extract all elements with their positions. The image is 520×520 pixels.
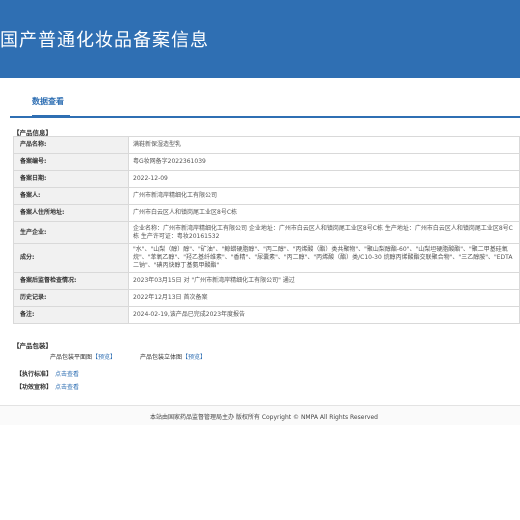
field-label: 生产企业: [13,221,129,244]
footer: 本站由国家药品监督管理局主办 版权所有 Copyright © NMPA All… [0,405,520,425]
field-label: 成分: [13,243,129,273]
registrant-value: 广州市新湾岸精细化工有限公司 [128,187,520,205]
remarks-value: 2024-02-19,该产品已完成2023年度报告 [128,306,520,324]
ingredients-value: "水"、"山梨（醇）醇"、"矿油"、"鲸蜡硬脂醇"、"丙二醇"、"丙烯酸（酯）类… [128,243,520,273]
packaging-item-3d: 产品包装立体图【预览】 [140,352,206,361]
standard-label: 【执行标准】 [16,371,53,378]
packaging-item-flat: 产品包装平面图【预览】 [50,352,116,361]
product-info-table: 产品名称: 满鞋新保湿造型乳 备案编号: 粤G妆网备字2022361039 备案… [13,136,520,324]
table-row: 备案编号: 粤G妆网备字2022361039 [13,153,520,171]
packaging-item-label: 产品包装平面图 [50,354,93,361]
field-label: 备案人: [13,187,129,205]
packaging-item-label: 产品包装立体图 [140,354,183,361]
efficacy-label: 【功效宣称】 [16,384,53,391]
field-label: 备注: [13,306,129,324]
registration-date-value: 2022-12-09 [128,170,520,188]
product-name-value: 满鞋新保湿造型乳 [128,136,520,154]
standard-view-link[interactable]: 点击查看 [55,371,79,378]
packaging-section-title: 【产品包装】 [13,342,52,350]
table-row: 备案人: 广州市新湾岸精细化工有限公司 [13,187,520,205]
manufacturer-value: 企业名称：广州市新湾岸精细化工有限公司 企业地址：广州市白云区人和镇岗尾工业区8… [128,221,520,244]
registration-number-value: 粤G妆网备字2022361039 [128,153,520,171]
tab-bar: 数据查看 [10,88,520,118]
registrant-address-value: 广州市白云区人和镇岗尾工业区8号C栋 [128,204,520,222]
field-label: 产品名称: [13,136,129,154]
history-value: 2022年12月13日 首次备案 [128,289,520,307]
inspection-value: 2023年03月15日 对 "广州市新湾岸精细化工有限公司" 通过 [128,272,520,290]
header-banner: 国产普通化妆品备案信息 [0,0,520,78]
standard-row: 【执行标准】 点击查看 [16,369,79,378]
table-row: 备案后监督检查情况: 2023年03月15日 对 "广州市新湾岸精细化工有限公司… [13,272,520,290]
efficacy-row: 【功效宣称】 点击查看 [16,382,79,391]
preview-3d-link[interactable]: 【预览】 [182,354,206,361]
table-row: 生产企业: 企业名称：广州市新湾岸精细化工有限公司 企业地址：广州市白云区人和镇… [13,221,520,244]
table-row: 成分: "水"、"山梨（醇）醇"、"矿油"、"鲸蜡硬脂醇"、"丙二醇"、"丙烯酸… [13,243,520,273]
efficacy-view-link[interactable]: 点击查看 [55,384,79,391]
field-label: 历史记录: [13,289,129,307]
table-row: 备注: 2024-02-19,该产品已完成2023年度报告 [13,306,520,324]
preview-flat-link[interactable]: 【预览】 [92,354,116,361]
table-row: 备案日期: 2022-12-09 [13,170,520,188]
page-title: 国产普通化妆品备案信息 [0,30,209,51]
footer-copyright: 本站由国家药品监督管理局主办 版权所有 Copyright © NMPA All… [150,414,378,421]
tab-data-view[interactable]: 数据查看 [32,96,64,107]
table-row: 备案人住所地址: 广州市白云区人和镇岗尾工业区8号C栋 [13,204,520,222]
field-label: 备案人住所地址: [13,204,129,222]
field-label: 备案后监督检查情况: [13,272,129,290]
table-row: 产品名称: 满鞋新保湿造型乳 [13,136,520,154]
table-row: 历史记录: 2022年12月13日 首次备案 [13,289,520,307]
field-label: 备案编号: [13,153,129,171]
active-tab-indicator [32,115,70,118]
field-label: 备案日期: [13,170,129,188]
